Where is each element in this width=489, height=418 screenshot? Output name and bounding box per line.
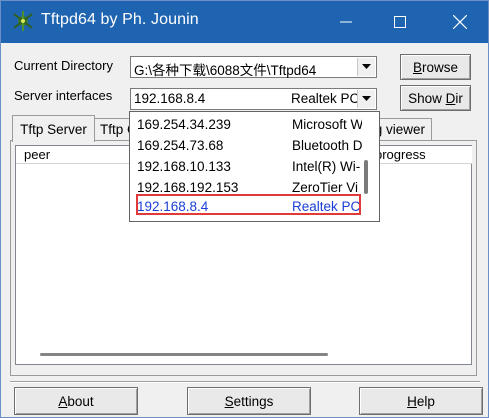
tab-tftp-server-label: Tftp Server <box>20 121 87 137</box>
dropdown-option-ip: 169.254.73.68 <box>137 138 224 153</box>
bottom-divider <box>10 381 480 383</box>
chevron-down-icon[interactable] <box>357 90 375 108</box>
close-icon <box>453 15 467 29</box>
title-bar[interactable]: Tftpd64 by Ph. Jounin <box>1 1 488 43</box>
dropdown-option-ip: 192.168.10.133 <box>137 159 231 174</box>
dropdown-option[interactable]: 169.254.34.239 Microsoft W <box>130 115 362 135</box>
help-button[interactable]: Help <box>359 387 483 415</box>
dropdown-option-nic: Bluetooth D <box>292 138 362 153</box>
column-header-peer-label: peer <box>24 147 51 162</box>
about-button-label: About <box>58 393 94 409</box>
dropdown-scrollbar[interactable] <box>364 160 368 194</box>
window-title: Tftpd64 by Ph. Jounin <box>41 11 199 28</box>
about-button[interactable]: About <box>14 387 138 415</box>
main-window: Tftpd64 by Ph. Jounin Current Directory … <box>0 0 489 418</box>
column-header-progress-label: progress <box>375 147 426 162</box>
server-interface-selected-nic: Realtek PC <box>291 91 360 106</box>
minimize-icon <box>340 21 352 23</box>
current-directory-value: G:\各种下载\6088文件\Tftpd64 <box>134 63 317 78</box>
dropdown-option-nic: Intel(R) Wi- <box>292 159 361 174</box>
current-directory-combo[interactable]: G:\各种下载\6088文件\Tftpd64 <box>130 56 377 78</box>
tab-log-viewer-label: g viewer <box>374 122 425 137</box>
settings-button-label: Settings <box>224 393 274 409</box>
dropdown-option-ip: 192.168.192.153 <box>137 180 239 195</box>
dropdown-option-nic: ZeroTier Vi <box>292 180 359 195</box>
help-button-label: Help <box>407 393 435 409</box>
show-dir-button[interactable]: Show Dir <box>400 85 471 111</box>
server-interface-selected-ip: 192.168.8.4 <box>134 91 206 106</box>
minimize-button[interactable] <box>319 1 373 43</box>
dropdown-option-nic: Microsoft W <box>292 117 362 132</box>
maximize-icon <box>394 16 406 28</box>
tab-tftp-server[interactable]: Tftp Server <box>12 115 95 142</box>
browse-button[interactable]: Browse <box>400 54 471 80</box>
column-header-progress[interactable]: progress <box>371 146 472 164</box>
dropdown-option-ip: 169.254.34.239 <box>137 117 231 132</box>
maximize-button[interactable] <box>373 1 427 43</box>
dropdown-option[interactable]: 169.254.73.68 Bluetooth D <box>130 136 362 156</box>
selection-highlight-box <box>136 194 361 215</box>
horizontal-scrollbar[interactable] <box>40 353 328 356</box>
show-dir-button-label: Show Dir <box>408 90 463 106</box>
chevron-down-icon[interactable] <box>357 58 375 76</box>
close-button[interactable] <box>433 1 487 43</box>
server-interfaces-label: Server interfaces <box>14 88 113 103</box>
settings-button[interactable]: Settings <box>187 387 311 415</box>
app-icon <box>13 11 33 31</box>
server-interfaces-combo[interactable]: 192.168.8.4 Realtek PC <box>130 88 377 110</box>
browse-button-label: Browse <box>412 59 459 75</box>
current-directory-label: Current Directory <box>14 58 113 73</box>
dropdown-option[interactable]: 192.168.10.133 Intel(R) Wi- <box>130 157 362 177</box>
column-header-peer[interactable]: peer <box>16 146 147 164</box>
